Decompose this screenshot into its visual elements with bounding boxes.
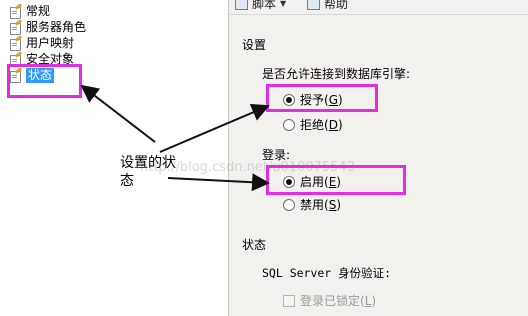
arrow-to-enable <box>167 173 270 192</box>
callout-text: 设置的状 态 <box>120 155 176 189</box>
arrow-to-grant <box>159 103 270 153</box>
arrow-to-status <box>80 84 156 143</box>
annotation-arrows <box>80 84 270 192</box>
